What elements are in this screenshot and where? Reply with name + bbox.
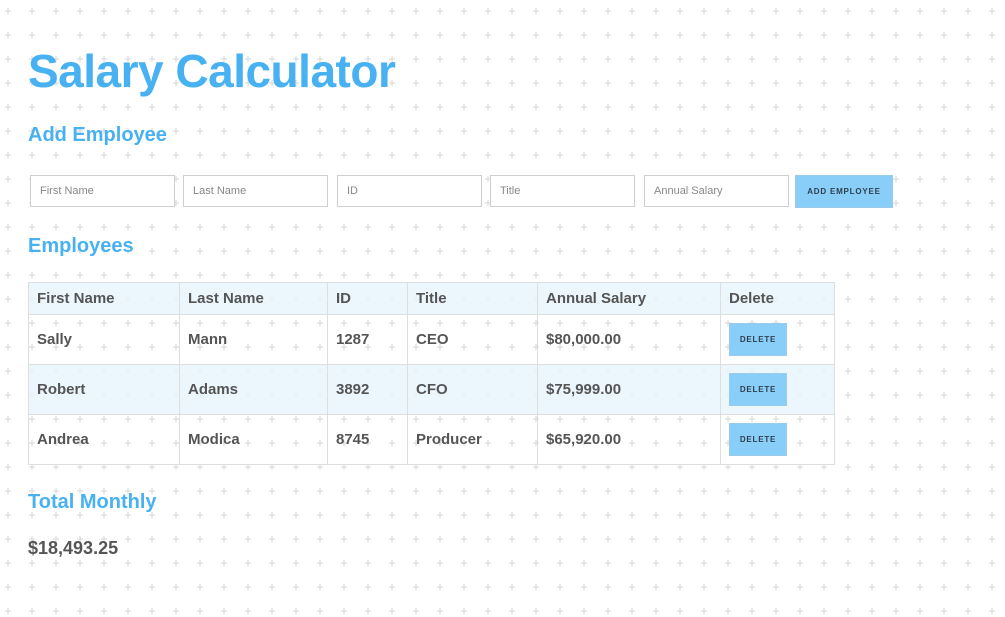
delete-button[interactable]: DELETE xyxy=(729,423,787,456)
table-row: Robert Adams 3892 CFO $75,999.00 DELETE xyxy=(28,364,835,415)
cell-first-name: Andrea xyxy=(28,414,180,465)
title-input[interactable] xyxy=(490,175,635,207)
add-employee-button[interactable]: ADD EMPLOYEE xyxy=(795,175,893,208)
cell-last-name: Mann xyxy=(179,314,328,365)
page-title: Salary Calculator xyxy=(28,45,396,97)
table-header-row: First Name Last Name ID Title Annual Sal… xyxy=(28,282,835,315)
cell-id: 8745 xyxy=(327,414,408,465)
cell-annual-salary: $75,999.00 xyxy=(537,364,721,415)
add-employee-heading: Add Employee xyxy=(28,124,167,146)
delete-button[interactable]: DELETE xyxy=(729,373,787,406)
cell-id: 3892 xyxy=(327,364,408,415)
cell-id: 1287 xyxy=(327,314,408,365)
id-input[interactable] xyxy=(337,175,482,207)
cell-first-name: Robert xyxy=(28,364,180,415)
delete-button[interactable]: DELETE xyxy=(729,323,787,356)
cell-last-name: Modica xyxy=(179,414,328,465)
cell-title: CFO xyxy=(407,364,538,415)
cell-delete: DELETE xyxy=(720,314,835,365)
employees-heading: Employees xyxy=(28,235,134,257)
annual-salary-input[interactable] xyxy=(644,175,789,207)
cell-delete: DELETE xyxy=(720,364,835,415)
cell-title: CEO xyxy=(407,314,538,365)
first-name-input[interactable] xyxy=(30,175,175,207)
table-row: Andrea Modica 8745 Producer $65,920.00 D… xyxy=(28,414,835,465)
employees-table: First Name Last Name ID Title Annual Sal… xyxy=(28,282,835,465)
total-monthly-value: $18,493.25 xyxy=(28,538,119,558)
column-header-first-name: First Name xyxy=(28,282,180,315)
cell-last-name: Adams xyxy=(179,364,328,415)
cell-delete: DELETE xyxy=(720,414,835,465)
cell-annual-salary: $80,000.00 xyxy=(537,314,721,365)
cell-title: Producer xyxy=(407,414,538,465)
column-header-title: Title xyxy=(407,282,538,315)
cell-annual-salary: $65,920.00 xyxy=(537,414,721,465)
column-header-id: ID xyxy=(327,282,408,315)
table-row: Sally Mann 1287 CEO $80,000.00 DELETE xyxy=(28,314,835,365)
column-header-delete: Delete xyxy=(720,282,835,315)
cell-first-name: Sally xyxy=(28,314,180,365)
column-header-last-name: Last Name xyxy=(179,282,328,315)
total-monthly-heading: Total Monthly xyxy=(28,491,157,513)
last-name-input[interactable] xyxy=(183,175,328,207)
column-header-annual-salary: Annual Salary xyxy=(537,282,721,315)
